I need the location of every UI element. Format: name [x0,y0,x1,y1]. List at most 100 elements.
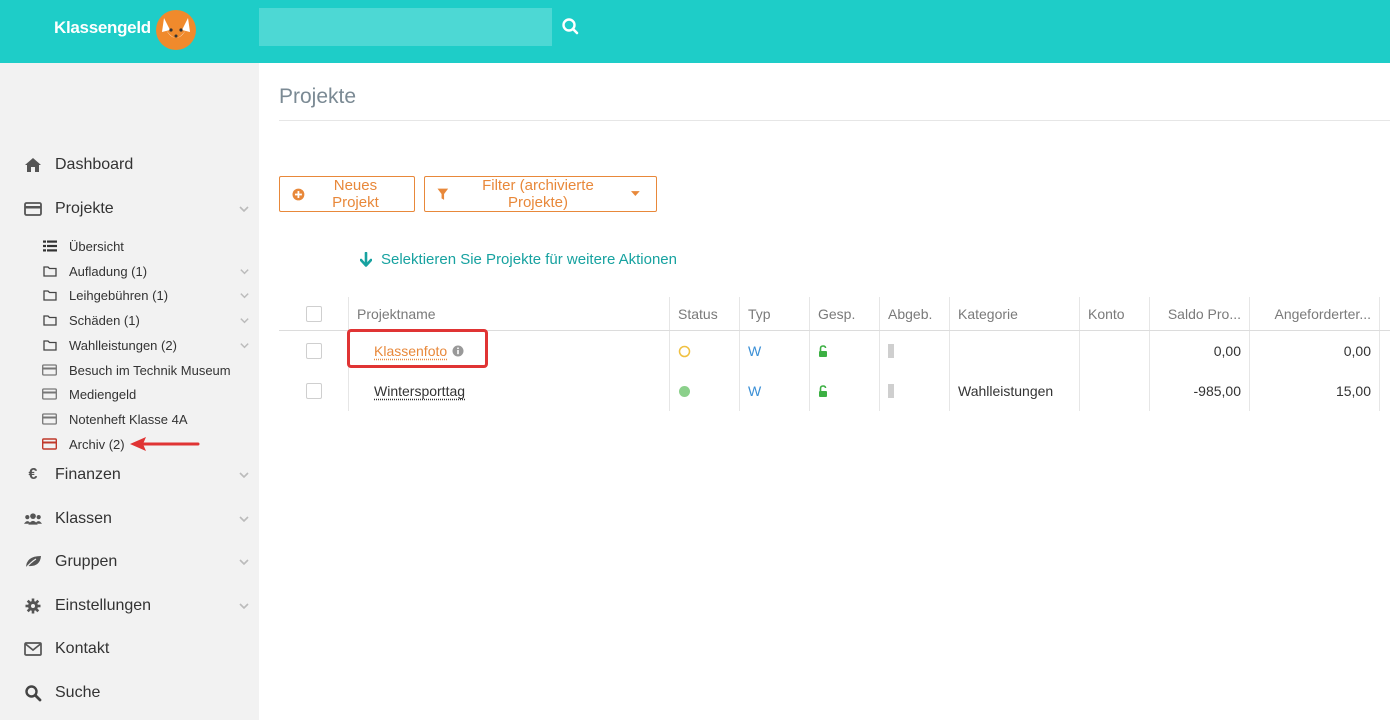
new-project-label: Neues Projekt [332,177,379,211]
sidebar-subitem-schaeden[interactable]: Schäden (1) [0,309,259,331]
chevron-down-icon[interactable] [238,556,250,568]
home-icon [24,156,42,174]
status-cell [670,331,740,371]
sidebar-subitem-leihgebuehren[interactable]: Leihgebühren (1) [0,284,259,306]
status-cell [670,371,740,411]
column-header-typ[interactable]: Typ [740,297,810,331]
chevron-down-icon[interactable] [238,469,250,481]
sidebar-item-kontakt[interactable]: Kontakt [0,634,259,664]
saldo-cell: -985,00 [1150,371,1250,411]
gesp-cell [810,371,880,411]
card-icon [24,200,42,218]
typ-cell: W [740,371,810,411]
sidebar-subitem-label: Übersicht [69,238,124,254]
top-bar: Klassengeld [0,0,1390,63]
page-title: Projekte [279,85,357,108]
typ-cell: W [740,331,810,371]
chevron-down-icon[interactable] [238,513,250,525]
abgeb-indicator [888,384,894,398]
folder-icon [42,338,57,352]
row-checkbox[interactable] [305,383,322,399]
sidebar-subitem-wahlleistungen[interactable]: Wahlleistungen (2) [0,334,259,356]
gesp-cell [810,331,880,371]
sidebar-subitem-aufladung[interactable]: Aufladung (1) [0,260,259,282]
column-header-status[interactable]: Status [670,297,740,331]
sidebar-subitem-label: Aufladung (1) [69,263,148,279]
sidebar-subitem-mediengeld[interactable]: Mediengeld [0,383,259,405]
sidebar-item-label: Einstellungen [55,597,152,614]
column-header-select[interactable] [279,297,349,331]
column-header-kategorie[interactable]: Kategorie [950,297,1080,331]
chevron-down-icon[interactable] [239,290,250,301]
envelope-icon [24,640,42,658]
row-select [279,331,349,371]
sidebar-item-einstellungen[interactable]: Einstellungen [0,591,259,621]
select-all-checkbox[interactable] [305,306,322,322]
typ-link[interactable]: W [748,383,761,399]
folder-icon [42,313,57,327]
column-header-abgeb[interactable]: Abgeb. [880,297,950,331]
column-header-gesp[interactable]: Gesp. [810,297,880,331]
sidebar-item-finanzen[interactable]: € Finanzen [0,460,259,490]
sidebar-item-gruppen[interactable]: Gruppen [0,547,259,577]
sidebar-subitem-label: Wahlleistungen (2) [69,337,177,353]
card-icon [42,363,57,377]
sidebar-subitem-besuch-technik-museum[interactable]: Besuch im Technik Museum [0,359,259,381]
abgeb-indicator [888,344,894,358]
sidebar-item-label: Dashboard [55,156,134,173]
search-icon[interactable] [560,16,582,38]
row-checkbox[interactable] [305,343,322,359]
sidebar-item-label: Finanzen [55,466,121,483]
sidebar-subitem-uebersicht[interactable]: Übersicht [0,235,259,257]
sidebar-subitem-label: Mediengeld [69,386,137,402]
sidebar-item-label: Projekte [55,200,114,217]
new-project-button[interactable]: Neues Projekt [279,176,415,212]
sidebar: Dashboard Projekte Übersicht Aufladung (… [0,63,259,720]
chevron-down-icon[interactable] [238,203,250,215]
annotation-arrow-icon [130,437,200,451]
saldo-cell: 0,00 [1150,331,1250,371]
chevron-down-icon[interactable] [239,315,250,326]
project-link[interactable]: Wintersporttag [374,383,465,399]
chevron-down-icon[interactable] [238,600,250,612]
abgeb-cell [880,331,950,371]
chevron-down-icon[interactable] [239,340,250,351]
sidebar-item-label: Klassen [55,510,112,527]
angefordert-cell: 15,00 [1250,371,1380,411]
sidebar-item-klassen[interactable]: Klassen [0,504,259,534]
filter-dropdown-button[interactable]: Filter (archivierte Projekte) [424,176,657,212]
sidebar-item-label: Kontakt [55,640,110,657]
status-open-icon [678,345,691,357]
unlock-icon[interactable] [818,344,829,358]
search-input[interactable] [259,8,552,46]
sidebar-subitem-label: Leihgebühren (1) [69,287,169,303]
list-icon [42,239,57,253]
euro-icon: € [28,466,38,483]
fox-logo-icon[interactable] [150,6,202,52]
users-icon [24,510,42,528]
leaf-icon [24,553,42,571]
sidebar-item-projekte[interactable]: Projekte [0,194,259,224]
divider [279,120,1390,121]
column-header-konto[interactable]: Konto [1080,297,1150,331]
row-select [279,371,349,411]
sidebar-item-label: Suche [55,684,101,701]
column-header-projektname[interactable]: Projektname [349,297,670,331]
konto-cell [1080,331,1150,371]
sidebar-subitem-label: Schäden (1) [69,312,140,328]
chevron-down-icon[interactable] [239,266,250,277]
column-header-saldo[interactable]: Saldo Pro... [1150,297,1250,331]
annotation-highlight-box [347,329,488,368]
column-header-angefordert[interactable]: Angeforderter... [1250,297,1380,331]
arrow-down-icon [360,252,372,267]
unlock-icon[interactable] [818,384,829,398]
kategorie-cell: Wahlleistungen [950,371,1080,411]
brand-name[interactable]: Klassengeld [54,18,151,38]
sidebar-subitem-label: Notenheft Klasse 4A [69,411,188,427]
select-projects-hint[interactable]: Selektieren Sie Projekte für weitere Akt… [360,251,677,268]
sidebar-subitem-notenheft[interactable]: Notenheft Klasse 4A [0,408,259,430]
sidebar-item-dashboard[interactable]: Dashboard [0,150,259,180]
sidebar-item-label: Gruppen [55,553,118,570]
sidebar-item-suche[interactable]: Suche [0,678,259,708]
typ-link[interactable]: W [748,343,761,359]
